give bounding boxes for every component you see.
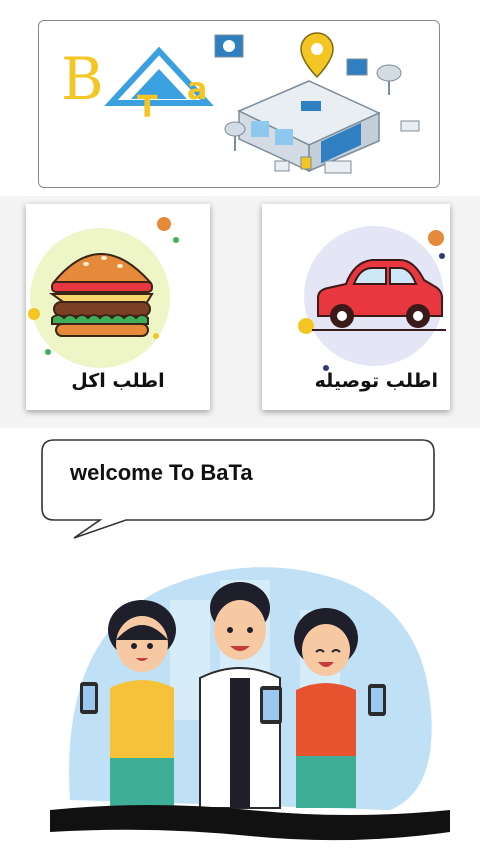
order-food-card[interactable]: اطلب اكل bbox=[26, 204, 210, 410]
order-ride-card[interactable]: اطلب توصيله bbox=[262, 204, 450, 410]
speech-bubble-shape bbox=[41, 439, 435, 539]
welcome-text: welcome To BaTa bbox=[70, 460, 253, 485]
logo-letter-b: B bbox=[61, 45, 104, 113]
people-illustration bbox=[50, 560, 450, 850]
order-food-label: اطلب اكل bbox=[71, 370, 165, 392]
header-banner: B T a bbox=[38, 20, 440, 188]
logo-letter-a: a bbox=[187, 72, 207, 107]
welcome-bubble: welcome To BaTa bbox=[40, 438, 436, 542]
service-cards-section: اطلب اكل اطلب توصيله bbox=[0, 196, 480, 428]
logo-letter-t: T bbox=[137, 90, 158, 125]
order-ride-label: اطلب توصيله bbox=[314, 370, 438, 392]
banner-illustration: B T a bbox=[61, 32, 420, 174]
store-building-icon bbox=[214, 32, 420, 174]
people-with-phones-illustration bbox=[50, 567, 450, 841]
